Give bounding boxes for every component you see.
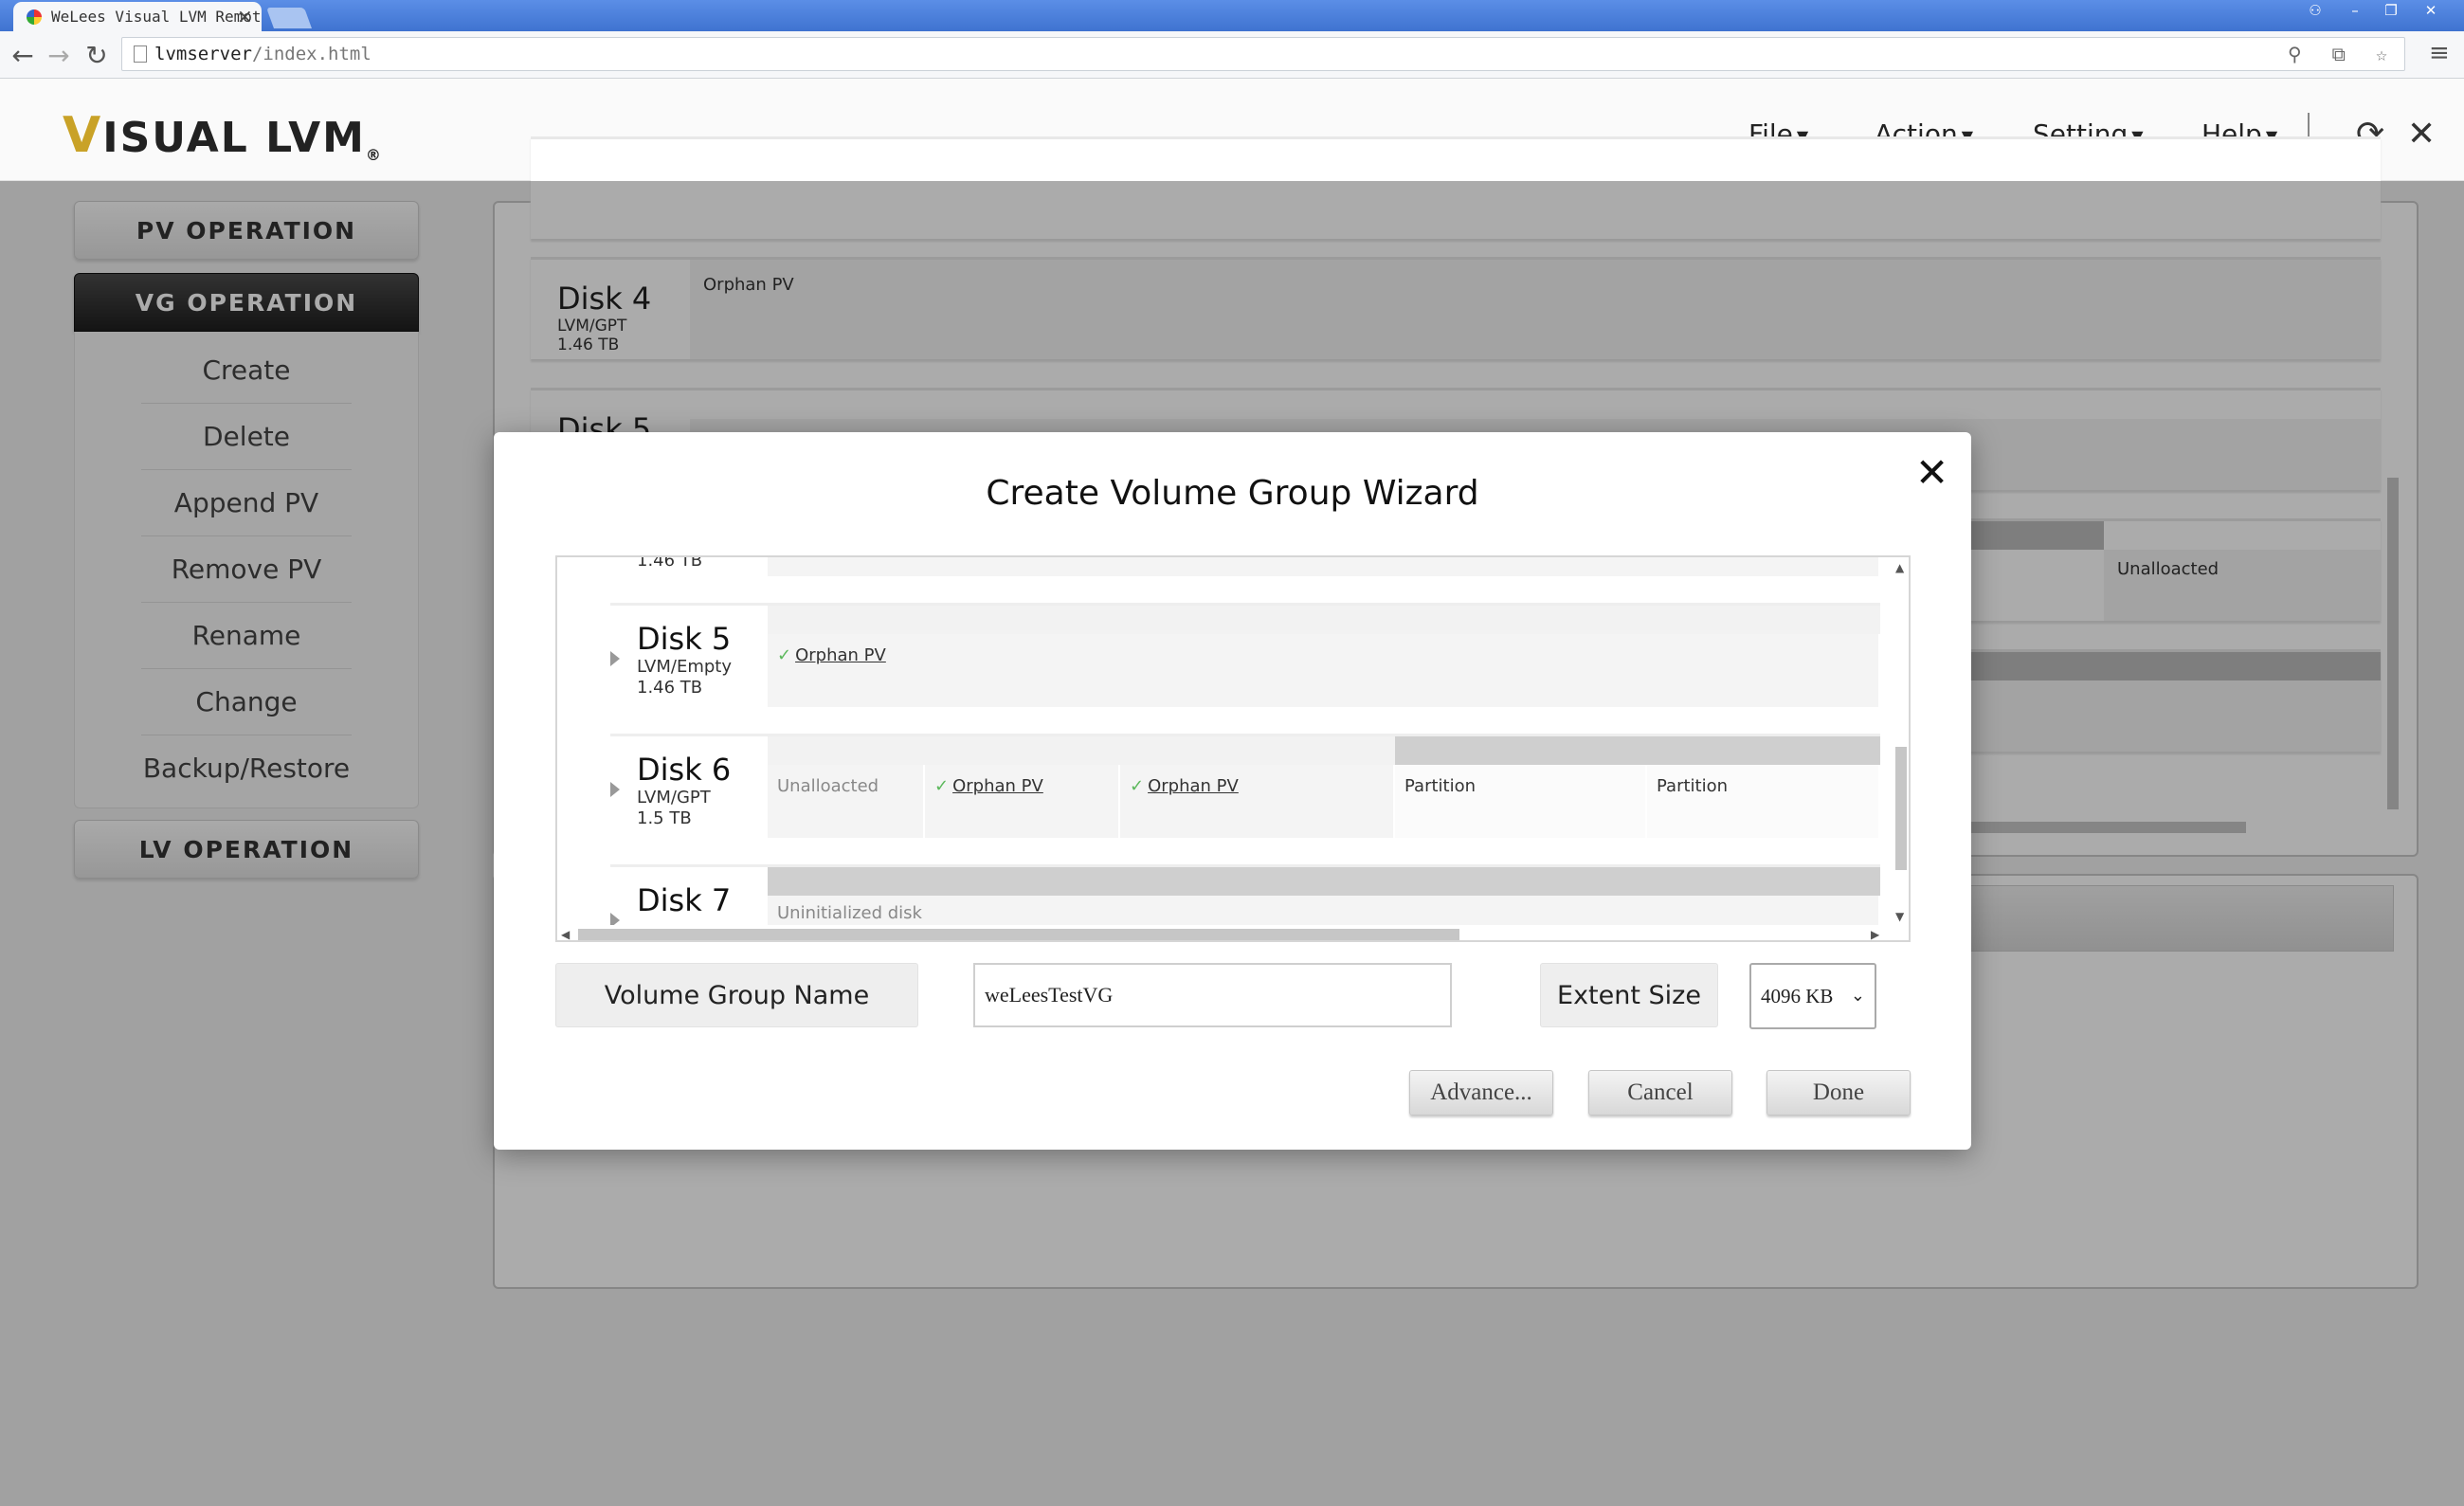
- disk-row-disk6[interactable]: Disk 6 LVM/GPT 1.5 TB Unalloacted ✓ Orpha…: [610, 734, 1880, 838]
- vg-name-label: Volume Group Name: [555, 963, 918, 1027]
- visual-lvm-logo: VISUAL LVM®: [63, 107, 383, 164]
- scroll-down-icon[interactable]: ▼: [1895, 910, 1904, 923]
- disk-row-partial: 1.46 TB: [610, 555, 1880, 576]
- app-close-icon[interactable]: ✕: [2407, 115, 2436, 154]
- extent-size-label: Extent Size: [1540, 963, 1718, 1027]
- vg-name-input[interactable]: [973, 963, 1452, 1027]
- disk-list-horizontal-scrollbar[interactable]: ◀ ▶: [557, 925, 1892, 940]
- check-icon: ✓: [1130, 776, 1145, 796]
- expand-arrow-icon[interactable]: [610, 651, 620, 666]
- create-vg-wizard-dialog: Create Volume Group Wizard ✕ 1.46 TB Dis…: [494, 432, 1971, 1150]
- extent-size-value: 4096 KB: [1761, 985, 1834, 1007]
- scroll-left-icon[interactable]: ◀: [561, 928, 570, 940]
- browser-titlebar: WeLees Visual LVM Remot × ⚇ – ❐ ✕: [0, 0, 2464, 31]
- expand-arrow-icon[interactable]: [610, 782, 620, 797]
- done-button[interactable]: Done: [1766, 1070, 1911, 1116]
- browser-menu-icon[interactable]: ≡: [2429, 39, 2450, 67]
- user-icon[interactable]: ⚇: [2297, 0, 2333, 23]
- check-icon: ✓: [934, 776, 950, 796]
- disk6-partition-segment-2[interactable]: Partition: [1647, 765, 1880, 838]
- advance-button[interactable]: Advance...: [1409, 1070, 1553, 1116]
- scroll-up-icon[interactable]: ▲: [1895, 561, 1904, 574]
- omnibox-action-icons[interactable]: ⚲ ⧉ ☆: [2288, 38, 2397, 70]
- favicon-icon: [27, 9, 42, 25]
- browser-toolbar: ← → ↻ lvmserver/index.html ⚲ ⧉ ☆ ≡: [0, 31, 2464, 79]
- dialog-title: Create Volume Group Wizard: [986, 474, 1479, 513]
- dialog-close-icon[interactable]: ✕: [1915, 449, 1948, 496]
- disk-list-vertical-scrollbar[interactable]: ▲ ▼: [1892, 557, 1909, 929]
- url-path: /index.html: [251, 44, 371, 64]
- scroll-thumb[interactable]: [578, 929, 1459, 940]
- tab-title: WeLees Visual LVM Remot: [51, 8, 262, 26]
- disk-row-disk5[interactable]: Disk 5 LVM/Empty 1.46 TB ✓ Orphan PV: [610, 603, 1880, 707]
- disk5-label: Disk 5 LVM/Empty 1.46 TB: [637, 621, 733, 698]
- extent-size-select[interactable]: 4096 KB ⌄: [1749, 963, 1876, 1029]
- chevron-down-icon: ⌄: [1850, 986, 1865, 1006]
- check-icon: ✓: [777, 645, 792, 665]
- partial-disk-size: 1.46 TB: [637, 555, 703, 571]
- reload-icon[interactable]: ↻: [80, 40, 114, 71]
- disk5-orphan-pv-segment[interactable]: ✓ Orphan PV: [768, 634, 1880, 707]
- page-icon: [134, 45, 147, 63]
- cancel-button[interactable]: Cancel: [1588, 1070, 1732, 1116]
- browser-tab[interactable]: WeLees Visual LVM Remot ×: [13, 2, 262, 31]
- forward-icon[interactable]: →: [42, 40, 76, 71]
- tab-close-icon[interactable]: ×: [237, 2, 253, 31]
- url-host: lvmserver: [154, 44, 252, 64]
- disk6-orphan-pv-segment-2[interactable]: ✓ Orphan PV: [1120, 765, 1395, 838]
- disk7-label: Disk 7: [637, 882, 732, 918]
- disk6-label: Disk 6 LVM/GPT 1.5 TB: [637, 752, 732, 828]
- disk6-orphan-pv-segment-1[interactable]: ✓ Orphan PV: [925, 765, 1120, 838]
- back-icon[interactable]: ←: [6, 40, 40, 71]
- scroll-thumb[interactable]: [1895, 747, 1907, 870]
- new-tab-button[interactable]: [265, 8, 313, 28]
- partial-disk-segment: [768, 557, 1880, 576]
- window-close-icon[interactable]: ✕: [2413, 0, 2449, 23]
- disk6-partition-segment-1[interactable]: Partition: [1395, 765, 1647, 838]
- restore-icon[interactable]: ❐: [2373, 0, 2409, 23]
- disk6-unallocated-segment[interactable]: Unalloacted: [768, 765, 925, 838]
- address-bar[interactable]: lvmserver/index.html ⚲ ⧉ ☆: [121, 37, 2405, 71]
- disk-selection-list: 1.46 TB Disk 5 LVM/Empty 1.46 TB ✓ Orphan…: [555, 555, 1911, 942]
- minimize-icon[interactable]: –: [2337, 0, 2373, 23]
- scroll-right-icon[interactable]: ▶: [1871, 928, 1879, 940]
